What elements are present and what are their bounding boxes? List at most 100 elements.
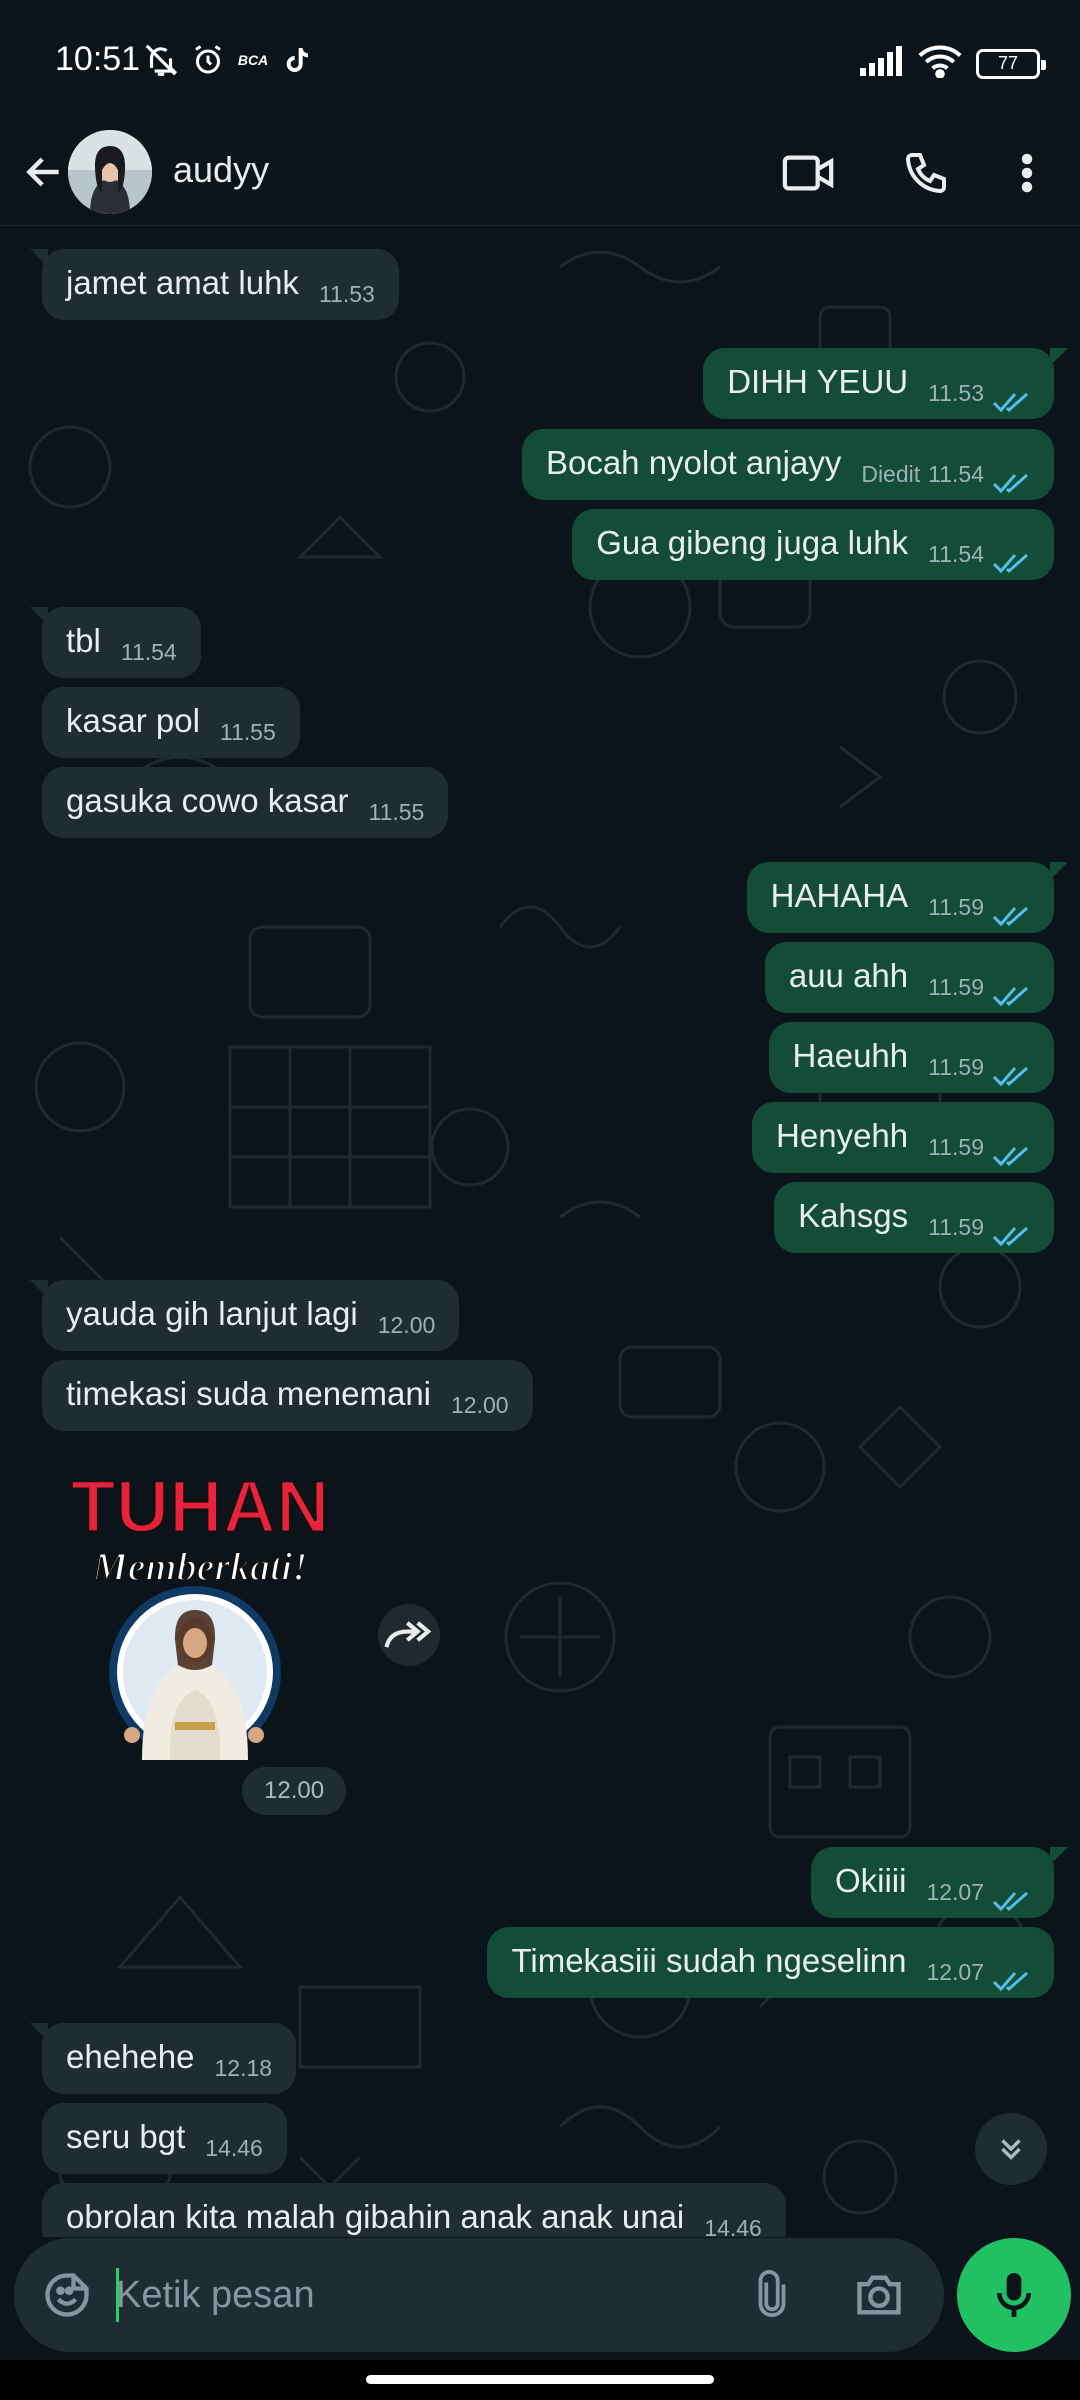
status-time: 10:51	[55, 40, 141, 78]
message-time: 11.59	[928, 1214, 984, 1240]
message-time: 11.54	[928, 461, 984, 487]
message-time: 12.07	[926, 1879, 984, 1905]
message-time: 11.59	[928, 1054, 984, 1080]
message-time: 11.55	[368, 799, 425, 825]
double-check-icon	[992, 472, 1030, 494]
message-outgoing[interactable]: Kahsgs 11.59	[774, 1182, 1054, 1253]
message-incoming[interactable]: ehehehe 12.18	[29, 2023, 297, 2094]
back-button[interactable]	[14, 142, 74, 202]
message-outgoing[interactable]: Gua gibeng juga luhk 11.54	[572, 509, 1054, 580]
double-chevron-down-icon	[1001, 2139, 1021, 2160]
message-incoming[interactable]: kasar pol 11.55	[42, 687, 300, 758]
message-text: ehehehe	[66, 2038, 195, 2075]
message-input[interactable]	[116, 2266, 736, 2324]
bca-app-icon: BCA	[237, 52, 269, 68]
message-time: 12.00	[451, 1392, 509, 1418]
message-text: Haeuhh	[792, 1037, 909, 1074]
attach-button[interactable]	[742, 2264, 802, 2324]
message-incoming[interactable]: obrolan kita malah gibahin anak anak una…	[42, 2183, 786, 2237]
message-outgoing[interactable]: Henyehh 11.59	[752, 1102, 1054, 1173]
scroll-to-bottom-button[interactable]	[975, 2113, 1047, 2185]
message-text: yauda gih lanjut lagi	[66, 1295, 358, 1332]
message-time: 14.46	[205, 2135, 263, 2161]
emoji-sticker-button[interactable]	[38, 2266, 96, 2324]
message-outgoing[interactable]: Timekasiii sudah ngeselinn 12.07	[487, 1927, 1054, 1998]
double-check-icon	[992, 552, 1030, 574]
message-time: 11.55	[219, 719, 276, 745]
double-check-icon	[992, 1890, 1030, 1912]
forward-icon	[384, 1621, 432, 1648]
status-bar: 10:51 BCA 77	[0, 0, 1080, 118]
avatar[interactable]	[68, 130, 152, 214]
message-time: 12.18	[214, 2055, 273, 2081]
sticker-message[interactable]: TUHAN Memberkati!	[50, 1460, 350, 1760]
message-text: seru bgt	[66, 2118, 186, 2155]
message-time: 11.54	[928, 541, 984, 567]
message-text: Bocah nyolot anjayy	[545, 444, 842, 481]
message-text: Kahsgs	[798, 1197, 909, 1234]
message-outgoing[interactable]: Haeuhh 11.59	[768, 1022, 1054, 1093]
message-text: HAHAHA	[770, 877, 909, 914]
video-camera-icon	[782, 155, 834, 191]
text-cursor	[116, 2268, 119, 2322]
double-check-icon	[992, 391, 1030, 413]
video-call-button[interactable]	[778, 142, 840, 204]
sticker-icon	[45, 2273, 89, 2317]
message-text: obrolan kita malah gibahin anak anak una…	[66, 2198, 685, 2235]
gesture-handle[interactable]	[366, 2375, 714, 2384]
message-time: 11.53	[318, 281, 375, 307]
more-options-button[interactable]	[996, 142, 1058, 204]
battery-indicator: 77	[976, 48, 1046, 79]
paperclip-icon	[758, 2270, 786, 2317]
message-outgoing[interactable]: Bocah nyolot anjayy Diedit 11.54	[521, 429, 1054, 500]
message-incoming[interactable]: timekasi suda menemani 12.00	[42, 1360, 533, 1431]
message-list[interactable]: jamet amat luhk 11.53 DIHH YEUU 11.53 Boca…	[0, 227, 1080, 2237]
double-check-icon	[992, 1970, 1030, 1992]
bell-off-icon	[142, 41, 180, 79]
message-outgoing[interactable]: Okiiii 12.07	[810, 1847, 1069, 1918]
phone-icon	[905, 153, 946, 194]
arrow-left-icon	[26, 157, 59, 187]
message-text: Timekasiii sudah ngeselinn	[511, 1942, 907, 1979]
contact-name[interactable]: audyy	[173, 140, 269, 200]
status-system-icons: 77	[860, 44, 1046, 83]
message-outgoing[interactable]: DIHH YEUU 11.53	[703, 348, 1068, 419]
message-incoming[interactable]: tbl 11.54	[30, 607, 201, 678]
chat-header: audyy	[0, 118, 1080, 226]
message-text: gasuka cowo kasar	[66, 782, 349, 819]
message-text: auu ahh	[788, 957, 909, 994]
status-notification-icons: BCA	[142, 40, 312, 80]
message-time: 12.07	[926, 1959, 984, 1985]
message-time: 11.59	[928, 1134, 984, 1160]
signal-icon	[860, 46, 904, 81]
microphone-icon	[997, 2273, 1031, 2317]
sticker-subtitle: Memberkati!	[91, 1544, 308, 1589]
double-check-icon	[992, 1065, 1030, 1087]
message-text: timekasi suda menemani	[66, 1375, 431, 1412]
message-outgoing[interactable]: HAHAHA 11.59	[746, 862, 1069, 933]
message-outgoing[interactable]: auu ahh 11.59	[764, 942, 1054, 1013]
edited-label: Diedit	[861, 461, 921, 487]
double-check-icon	[992, 985, 1030, 1007]
message-time: 11.59	[928, 894, 984, 920]
message-incoming[interactable]: jamet amat luhk 11.53	[30, 249, 399, 320]
camera-button[interactable]	[848, 2264, 910, 2326]
wifi-icon	[918, 44, 962, 83]
message-text: kasar pol	[66, 702, 200, 739]
message-text: DIHH YEUU	[727, 363, 909, 400]
whatsapp-chat-screen: { "status_bar": { "time": "10:51", "batt…	[0, 0, 1080, 2400]
message-incoming[interactable]: gasuka cowo kasar 11.55	[42, 767, 449, 838]
tiktok-icon	[280, 43, 312, 77]
message-time: 11.59	[928, 974, 984, 1000]
voice-record-button[interactable]	[957, 2238, 1071, 2352]
message-text: jamet amat luhk	[66, 264, 299, 301]
message-incoming[interactable]: yauda gih lanjut lagi 12.00	[29, 1280, 460, 1351]
voice-call-button[interactable]	[895, 142, 957, 204]
message-composer	[14, 2238, 944, 2352]
message-incoming[interactable]: seru bgt 14.46	[42, 2103, 287, 2174]
sticker-time: 12.00	[242, 1767, 347, 1815]
double-check-icon	[992, 1145, 1030, 1167]
message-time: 12.00	[377, 1312, 436, 1338]
battery-level: 77	[997, 53, 1019, 73]
forward-button[interactable]	[378, 1604, 440, 1666]
